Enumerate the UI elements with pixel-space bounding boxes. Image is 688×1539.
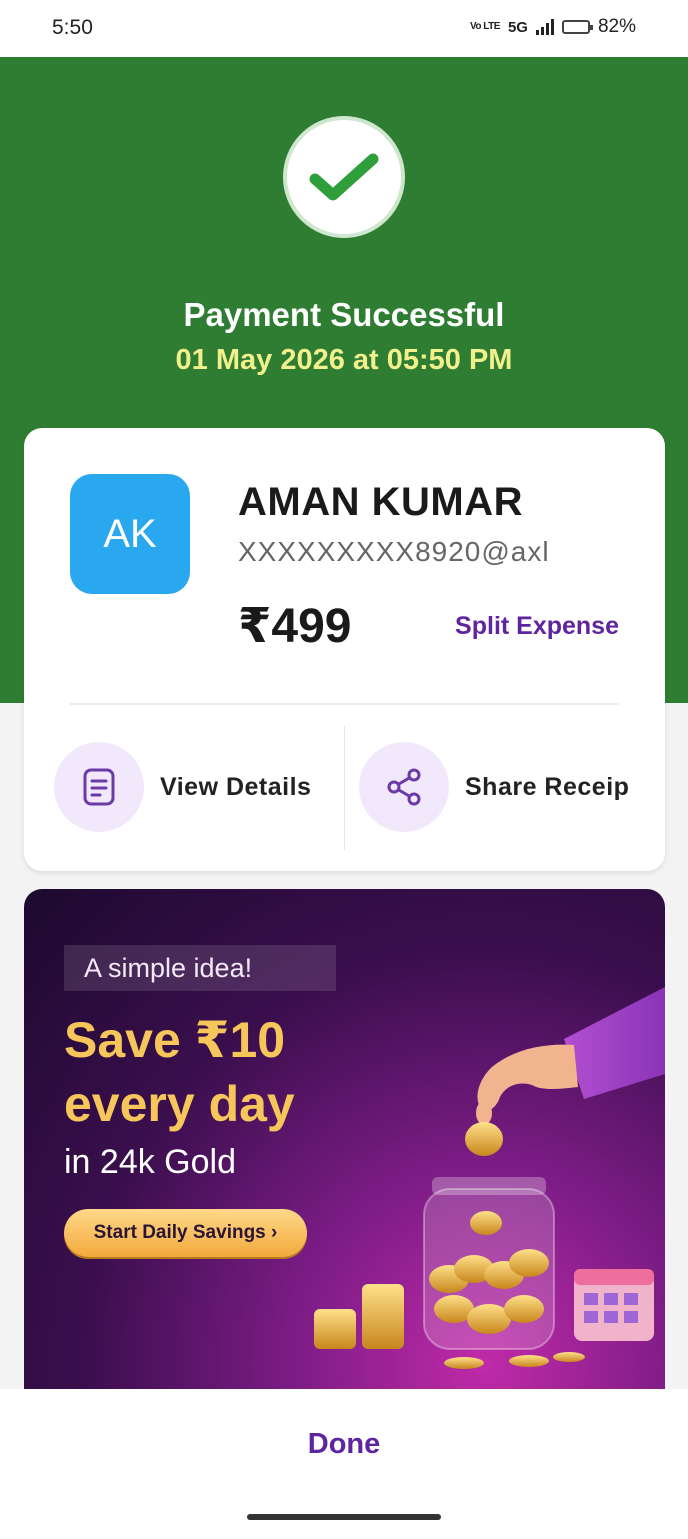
card-divider	[70, 703, 619, 705]
volte-indicator: Vo LTE	[469, 21, 500, 32]
done-button[interactable]: Done	[244, 1419, 444, 1469]
action-divider	[344, 726, 345, 850]
success-check-badge	[283, 116, 405, 238]
bottom-bar: Done	[0, 1389, 688, 1539]
status-bar: 5:50 Vo LTE 5G 82%	[0, 0, 688, 57]
battery-icon	[561, 20, 593, 34]
payee-card: AK AMAN KUMAR XXXXXXXXX8920@axl ₹499 Spl…	[24, 428, 665, 871]
document-icon	[54, 742, 144, 832]
gold-savings-banner[interactable]: A simple idea! Save ₹10 every day in 24k…	[24, 889, 665, 1389]
signal-icon	[535, 19, 554, 35]
split-expense-link[interactable]: Split Expense	[455, 612, 619, 641]
share-receipt-button[interactable]: Share Receip	[359, 742, 629, 832]
sleeve-shape	[564, 987, 665, 1099]
calendar-icon	[574, 1269, 654, 1341]
payment-status-title: Payment Successful	[183, 296, 505, 333]
view-details-label: View Details	[160, 772, 312, 801]
battery-percent: 82%	[597, 16, 636, 37]
network-type: 5G	[507, 18, 528, 36]
payment-datetime: 01 May 2026 at 05:50 PM	[175, 344, 513, 376]
start-daily-savings-button[interactable]: Start Daily Savings ›	[64, 1209, 307, 1257]
home-indicator[interactable]	[247, 1514, 441, 1520]
falling-coin-icon	[465, 1122, 503, 1156]
status-indicators: Vo LTE 5G 82%	[470, 16, 636, 38]
avatar: AK	[70, 474, 190, 594]
payment-amount: ₹499	[238, 600, 352, 653]
hand-icon	[477, 1044, 578, 1111]
payee-upi-id: XXXXXXXXX8920@axl	[238, 536, 550, 567]
banner-headline: Save ₹10	[64, 1012, 286, 1068]
banner-subline: in 24k Gold	[64, 1143, 236, 1181]
view-details-button[interactable]: View Details	[54, 742, 311, 832]
payee-name: AMAN KUMAR	[238, 480, 523, 524]
banner-headline-2: every day	[64, 1076, 295, 1132]
gold-jar-illustration	[314, 987, 665, 1369]
share-receipt-label: Share Receip	[465, 772, 630, 801]
share-icon	[359, 742, 449, 832]
checkmark-icon	[309, 153, 379, 201]
status-time: 5:50	[52, 16, 93, 39]
